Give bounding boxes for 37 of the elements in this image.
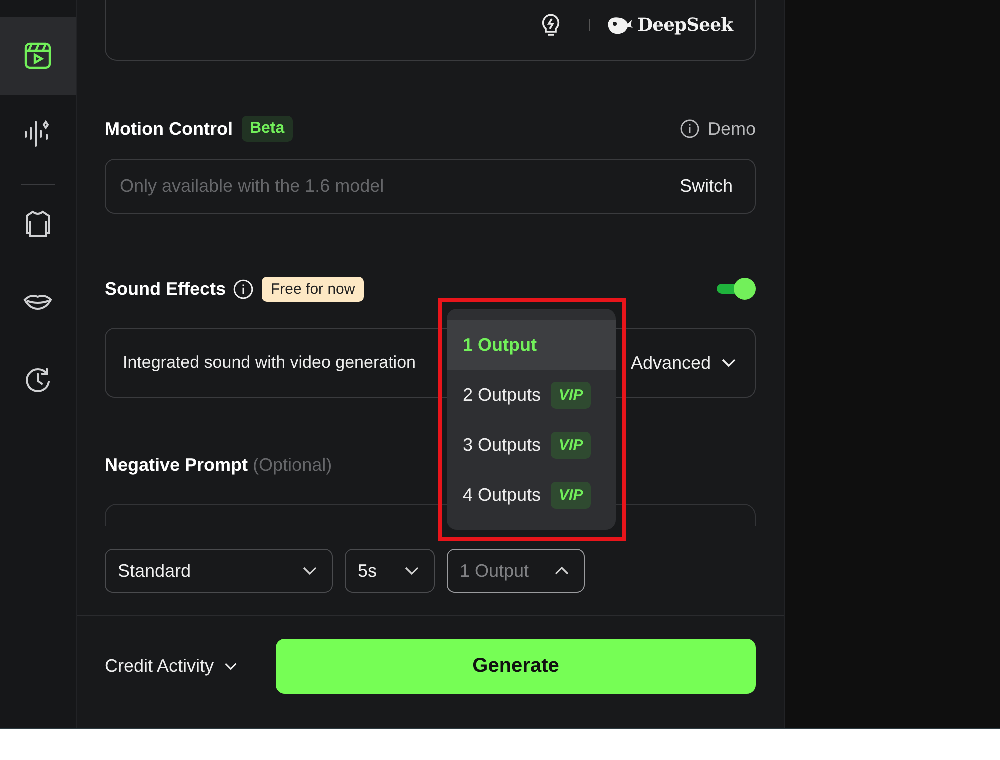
chevron-icon [302,566,318,576]
section-title: Motion Control [105,118,233,140]
chevron-icon [554,566,570,576]
bulb-icon[interactable] [540,13,561,37]
sidebar-item[interactable] [0,17,76,95]
beta-badge: Beta [242,116,293,142]
menu-item[interactable]: 2 Outputs VIP [447,370,616,420]
chevron-icon [404,566,420,576]
free-badge: Free for now [262,276,364,302]
switch-button[interactable]: Switch [680,176,733,197]
vip-badge: VIP [551,432,592,458]
logo-text: DeepSeek [638,14,733,36]
select-dropdown[interactable]: Standard [105,549,333,593]
prompt-box[interactable]: DeepSeek [105,0,756,61]
info-icon[interactable] [233,278,254,300]
toggle-switch[interactable] [716,278,756,300]
generate-button[interactable]: Generate [276,638,756,694]
section-title: Negative Prompt (Optional) [105,454,332,476]
vip-badge: VIP [551,382,592,408]
section-title: Sound Effects [105,278,226,300]
info-icon [680,119,700,139]
select-dropdown[interactable]: 5s [345,549,435,593]
menu-item[interactable]: 3 Outputs VIP [447,420,616,470]
advanced-button[interactable]: Advanced [630,352,737,374]
menu-item[interactable]: 1 Output [447,320,616,370]
vip-badge: VIP [551,482,592,508]
sound-description: Integrated sound with video generation [123,353,416,373]
chevron-down-icon [721,358,737,368]
select-dropdown[interactable]: 1 Output [447,549,585,593]
chevron-down-icon [224,662,238,670]
credit-activity-button[interactable]: Credit Activity [105,656,238,676]
menu-item[interactable]: 4 Outputs VIP [447,470,616,520]
shirt-icon [23,209,53,239]
history-icon [23,365,53,395]
demo-label: Demo [708,118,756,140]
video-icon [23,41,53,71]
demo-link[interactable]: Demo [680,118,756,140]
